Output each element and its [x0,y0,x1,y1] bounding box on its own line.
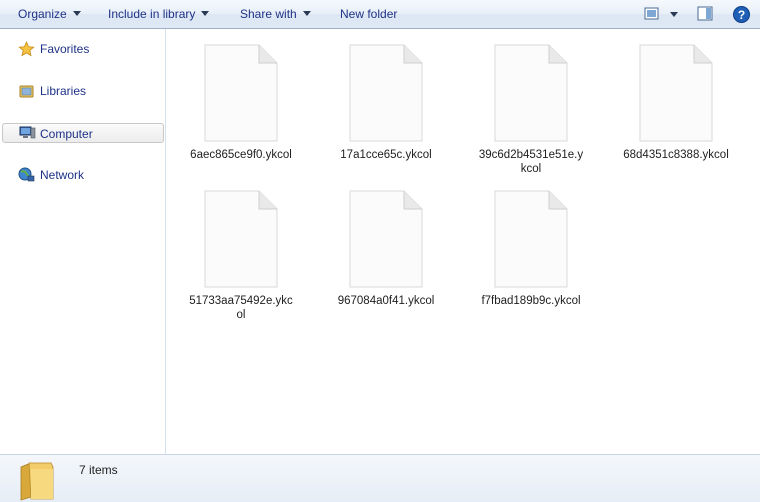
nav-item-libraries[interactable]: Libraries [2,81,164,101]
star-icon [18,41,35,57]
new-folder-button[interactable]: New folder [340,0,397,28]
file-name: 51733aa75492e.ykcol [189,295,293,321]
computer-icon [19,126,36,139]
file-name: 39c6d2b4531e51e.ykcol [478,149,584,175]
chevron-down-icon [302,11,311,17]
blank-file-icon [494,44,568,142]
file-item[interactable]: 17a1cce65c.ykcol [326,44,446,162]
file-name: f7fbad189b9c.ykcol [481,295,581,307]
nav-item-favorites[interactable]: Favorites [2,39,164,59]
file-item[interactable]: 68d4351c8388.ykcol [616,44,736,162]
file-item[interactable]: 39c6d2b4531e51e.ykcol [471,44,591,176]
file-item[interactable]: f7fbad189b9c.ykcol [471,190,591,308]
view-icon [644,7,678,20]
file-list: 6aec865ce9f0.ykcol 17a1cce65c.ykcol 39c6… [167,29,760,454]
network-icon [18,167,35,182]
nav-label: Favorites [40,42,90,56]
file-name: 967084a0f41.ykcol [337,295,435,307]
details-pane: 7 items [0,454,760,502]
command-bar: Organize Include in library Share with N… [0,0,760,29]
nav-label: Libraries [40,84,87,98]
share-with-button[interactable]: Share with [240,0,311,28]
change-view-button[interactable] [644,6,682,25]
organize-button[interactable]: Organize [18,0,81,28]
navigation-pane: Favorites Libraries Computer Network [0,29,166,454]
file-item[interactable]: 51733aa75492e.ykcol [181,190,301,322]
include-in-library-button[interactable]: Include in library [108,0,210,28]
svg-text:?: ? [738,8,745,22]
help-icon: ? [733,6,750,23]
nav-item-computer[interactable]: Computer [2,123,164,143]
chevron-down-icon [201,11,210,17]
file-item[interactable]: 6aec865ce9f0.ykcol [181,44,301,162]
blank-file-icon [639,44,713,142]
file-item[interactable]: 967084a0f41.ykcol [326,190,446,308]
file-name: 17a1cce65c.ykcol [340,149,432,161]
item-count: 7 items [79,463,118,477]
file-name: 6aec865ce9f0.ykcol [190,149,292,161]
blank-file-icon [349,190,423,288]
nav-label: Computer [40,127,93,141]
blank-file-icon [349,44,423,142]
blank-file-icon [204,190,278,288]
blank-file-icon [494,190,568,288]
preview-pane-button[interactable] [697,6,714,25]
include-in-library-label: Include in library [108,7,196,21]
nav-label: Network [40,168,85,182]
new-folder-label: New folder [340,7,398,21]
share-with-label: Share with [240,7,297,21]
folder-icon [20,462,54,501]
chevron-down-icon [72,11,81,17]
library-icon [19,85,34,98]
blank-file-icon [204,44,278,142]
preview-pane-icon [697,6,713,21]
help-button[interactable]: ? [733,6,750,26]
nav-item-network[interactable]: Network [2,165,164,185]
file-name: 68d4351c8388.ykcol [623,149,729,161]
organize-label: Organize [18,7,67,21]
